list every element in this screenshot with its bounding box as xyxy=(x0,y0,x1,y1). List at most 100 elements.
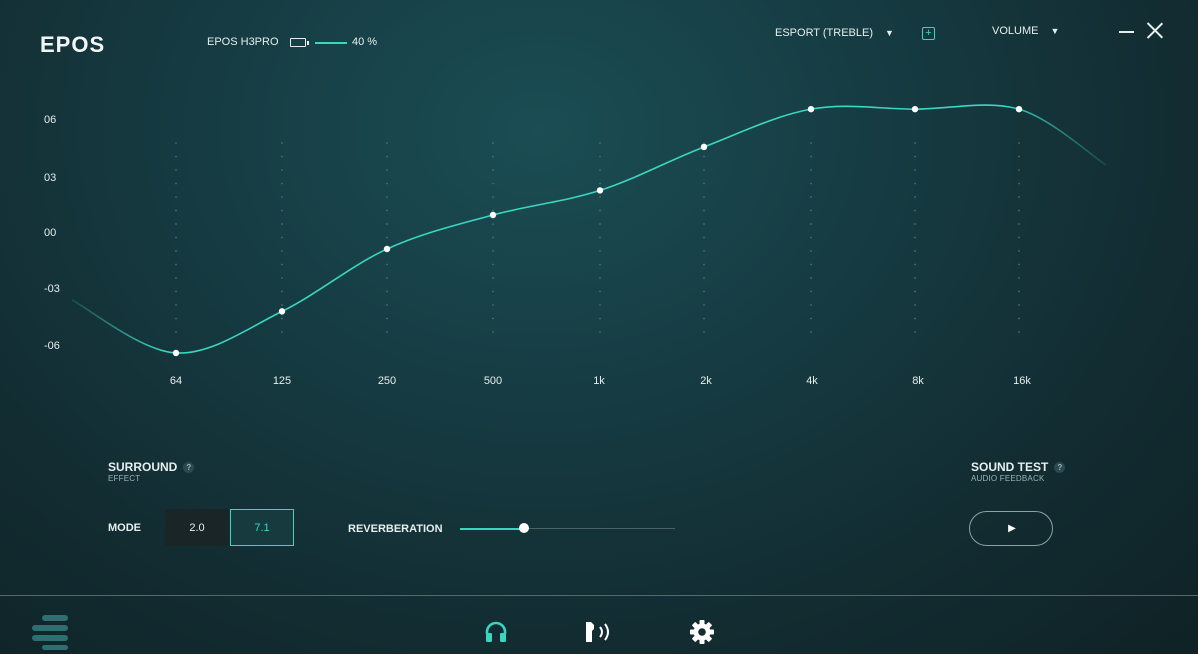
eq-point-8k[interactable] xyxy=(911,105,919,113)
grid-dot xyxy=(914,169,916,171)
grid-dot xyxy=(703,250,705,252)
grid-dot xyxy=(492,236,494,239)
grid-dot xyxy=(810,277,812,279)
menu-icon[interactable] xyxy=(32,614,70,650)
grid-dot xyxy=(492,277,494,279)
grid-dot xyxy=(175,290,177,293)
grid-dot xyxy=(599,169,601,171)
settings-icon[interactable] xyxy=(689,619,715,645)
play-sound-test-button[interactable]: ▶ xyxy=(969,511,1053,546)
grid-dot xyxy=(599,317,601,320)
eq-point-125[interactable] xyxy=(278,308,286,315)
grid-dot xyxy=(175,331,177,333)
grid-dot xyxy=(914,290,916,293)
grid-dot xyxy=(1018,236,1020,239)
grid-dot xyxy=(175,196,177,198)
surround-subtitle: EFFECT xyxy=(108,474,141,483)
grid-dot xyxy=(703,142,705,144)
grid-dot xyxy=(1018,290,1020,293)
grid-dot xyxy=(281,250,283,252)
grid-dot xyxy=(386,223,388,225)
grid-dot xyxy=(914,236,916,239)
grid-dot xyxy=(703,317,705,320)
grid-dot xyxy=(599,331,601,333)
grid-dot xyxy=(175,304,177,306)
grid-dot xyxy=(810,304,812,306)
grid-dot xyxy=(914,182,916,185)
grid-dot xyxy=(810,223,812,225)
mode-2-0-button[interactable]: 2.0 xyxy=(165,509,229,546)
grid-dot xyxy=(599,304,601,306)
grid-dot xyxy=(914,317,916,320)
grid-dot xyxy=(386,263,388,266)
grid-dot xyxy=(386,169,388,171)
grid-dot xyxy=(492,331,494,333)
grid-dot xyxy=(914,250,916,252)
x-tick-label: 125 xyxy=(272,375,292,387)
grid-dot xyxy=(492,250,494,252)
grid-dot xyxy=(281,142,283,144)
y-tick-label: -06 xyxy=(44,340,60,352)
eq-curve-line xyxy=(71,104,1107,354)
eq-point-2k[interactable] xyxy=(700,143,708,151)
grid-dot xyxy=(599,236,601,239)
sidetone-icon[interactable] xyxy=(584,620,614,644)
grid-dot xyxy=(386,155,388,158)
eq-point-4k[interactable] xyxy=(807,105,815,113)
grid-dot xyxy=(599,155,601,158)
sound-test-section: SOUND TEST? AUDIO FEEDBACK xyxy=(971,460,1066,483)
grid-dot xyxy=(810,196,812,198)
grid-dot xyxy=(810,317,812,320)
grid-dot xyxy=(386,304,388,306)
grid-dot xyxy=(1018,142,1020,144)
grid-dot xyxy=(703,182,705,185)
eq-point-500[interactable] xyxy=(489,211,497,219)
mode-7-1-button[interactable]: 7.1 xyxy=(230,509,294,546)
eq-point-16k[interactable] xyxy=(1015,105,1023,113)
grid-dot xyxy=(1018,155,1020,158)
grid-dot xyxy=(914,263,916,266)
grid-dot xyxy=(599,290,601,293)
grid-dot xyxy=(281,182,283,185)
grid-dot xyxy=(281,236,283,239)
grid-dot xyxy=(1018,196,1020,198)
x-tick-label: 500 xyxy=(483,375,503,387)
x-tick-label: 64 xyxy=(169,375,183,387)
mode-label: MODE xyxy=(108,522,141,534)
grid-dot xyxy=(703,277,705,279)
eq-point-250[interactable] xyxy=(383,245,391,253)
grid-dot xyxy=(175,169,177,171)
grid-dot xyxy=(1018,263,1020,266)
grid-dot xyxy=(810,236,812,239)
eq-point-64[interactable] xyxy=(172,349,180,357)
grid-dot xyxy=(599,263,601,266)
grid-dot xyxy=(599,196,601,198)
grid-dot xyxy=(599,277,601,279)
grid-dot xyxy=(1018,317,1020,320)
grid-dot xyxy=(914,209,916,212)
y-tick-label: 06 xyxy=(44,114,57,126)
grid-dot xyxy=(810,155,812,158)
grid-dot xyxy=(492,169,494,171)
grid-dot xyxy=(281,331,283,333)
grid-dot xyxy=(599,223,601,225)
reverberation-label: REVERBERATION xyxy=(348,523,443,535)
help-icon[interactable]: ? xyxy=(183,462,195,474)
headphones-icon[interactable] xyxy=(484,620,508,644)
grid-dot xyxy=(281,196,283,198)
grid-dot xyxy=(281,290,283,293)
grid-dot xyxy=(386,209,388,212)
grid-dot xyxy=(281,263,283,266)
y-tick-label: 03 xyxy=(44,172,57,184)
reverberation-slider-handle[interactable] xyxy=(519,523,529,533)
grid-dot xyxy=(492,196,494,198)
grid-dot xyxy=(175,277,177,279)
grid-dot xyxy=(810,142,812,144)
grid-dot xyxy=(1018,209,1020,212)
grid-dot xyxy=(492,304,494,306)
sound-test-title: SOUND TEST xyxy=(971,460,1049,474)
reverberation-slider-fill xyxy=(460,527,524,530)
eq-point-1k[interactable] xyxy=(596,187,604,194)
sound-test-subtitle: AUDIO FEEDBACK xyxy=(971,474,1045,483)
help-icon[interactable]: ? xyxy=(1054,462,1066,474)
